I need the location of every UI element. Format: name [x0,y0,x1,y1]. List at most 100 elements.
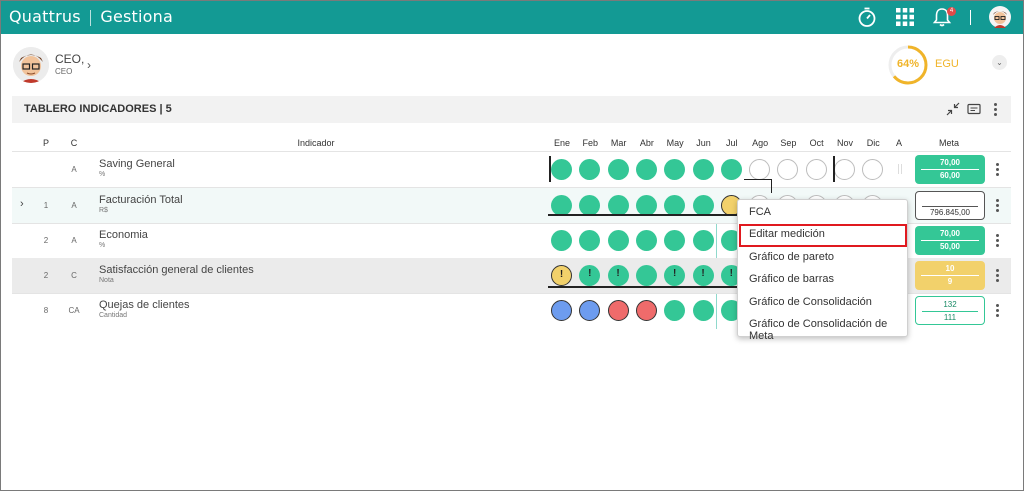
board-more-icon[interactable] [992,103,998,117]
month-status-green-icon[interactable] [551,230,572,251]
module-name: Gestiona [100,7,173,26]
meta-badge[interactable]: 70,00 60,00 [915,155,985,184]
month-status-blue-icon[interactable] [551,300,572,321]
month-status-green-icon[interactable] [664,300,686,321]
col-p: P [42,138,49,148]
month-status-green-icon[interactable] [664,230,686,251]
row-more-icon[interactable] [994,234,1000,248]
month-status-red-icon[interactable] [607,300,629,321]
month-status-green-icon[interactable] [607,159,629,180]
meta-badge[interactable]: 796.845,00 [915,191,985,220]
brand[interactable]: Quattrus | Gestiona [9,7,173,26]
meta-badge[interactable]: 70,00 50,00 [915,226,985,255]
col-c: C [70,138,78,148]
row-more-icon[interactable] [994,304,1000,318]
indicator-name[interactable]: Facturación Total [99,194,183,206]
chevron-down-icon[interactable]: ⌄ [992,55,1007,70]
month-status-green-icon[interactable] [635,159,657,180]
meta-actual: 796.845,00 [929,208,971,217]
board-header: TABLERO INDICADORES | 5 [12,96,1011,123]
notification-badge: 4 [947,7,956,16]
month-status-green-icon[interactable] [635,265,657,286]
month-status-green-icon[interactable] [692,230,714,251]
month-status-green-icon[interactable] [692,300,714,321]
month-status-empty-icon[interactable] [749,159,771,180]
indicator-name[interactable]: Satisfacción general de clientes [99,264,254,276]
col-month-ago: Ago [752,138,769,148]
row-c: A [71,201,77,210]
col-meta: Meta [938,138,959,148]
timer-icon[interactable] [856,6,878,28]
month-status-empty-icon[interactable] [805,159,827,180]
col-month-jun: Jun [696,138,711,148]
a-indicator [898,164,902,174]
indicator-name[interactable]: Quejas de clientes [99,299,190,311]
row-more-icon[interactable] [994,199,1000,213]
col-month-may: May [666,138,684,148]
meta-target: 70,00 [939,158,961,167]
row-more-icon[interactable] [994,163,1000,177]
collapse-icon[interactable] [946,102,960,116]
menu-item-barras[interactable]: Gráfico de barras [749,273,834,285]
month-status-green-icon[interactable] [551,159,572,180]
indicator-name[interactable]: Economia [99,229,148,241]
alert-icon: ! [616,268,620,279]
month-status-green-icon[interactable] [579,159,601,180]
meta-actual: 9 [947,277,953,286]
month-status-green-icon[interactable]: ! [607,265,629,286]
apps-grid-icon[interactable] [894,6,916,28]
indicator-unit: R$ [99,207,108,214]
row-p: 2 [43,236,49,245]
meta-divider [922,311,978,312]
menu-item-consolidacion[interactable]: Gráfico de Consolidación [749,296,872,308]
row-more-icon[interactable] [994,269,1000,283]
subtitles-icon[interactable] [967,102,981,116]
row-p: 8 [43,306,49,315]
app-window: Quattrus | Gestiona 4 CEO, CEO › 64% EGU… [0,0,1024,491]
month-status-empty-icon[interactable] [834,159,855,180]
chevron-right-icon[interactable]: › [20,198,24,210]
table-row[interactable]: A Saving General % 70,00 60,00 [12,152,1011,187]
col-month-mar: Mar [610,138,627,148]
menu-item-editar-medicion[interactable]: Editar medición [749,228,825,240]
month-status-green-icon[interactable]: ! [692,265,714,286]
month-status-blue-icon[interactable] [579,300,601,321]
month-status-green-icon[interactable] [664,195,686,216]
meta-target: 132 [943,300,957,309]
row-c: CA [68,306,80,315]
col-month-abr: Abr [639,138,654,148]
month-status-green-icon[interactable] [692,195,714,216]
month-status-empty-icon[interactable] [862,159,884,180]
indicator-name[interactable]: Saving General [99,158,175,170]
row-p: 1 [43,201,49,210]
alert-icon: ! [559,269,564,280]
indicator-unit: % [99,242,106,249]
meta-badge[interactable]: 132 111 [915,296,985,325]
month-status-green-icon[interactable] [579,230,601,251]
board-title: TABLERO INDICADORES | 5 [24,103,172,115]
month-status-green-icon[interactable]: ! [579,265,601,286]
meta-divider [921,275,979,276]
meta-badge[interactable]: 10 9 [915,261,985,290]
user-avatar[interactable] [13,47,49,83]
month-status-yellow-icon[interactable]: ! [551,265,572,286]
month-status-green-icon[interactable] [607,195,629,216]
month-status-green-icon[interactable]: ! [664,265,686,286]
meta-actual: 50,00 [939,242,961,251]
month-status-green-icon[interactable] [607,230,629,251]
month-status-green-icon[interactable] [579,195,601,216]
month-status-empty-icon[interactable] [777,159,799,180]
menu-item-fca[interactable]: FCA [749,206,771,218]
indicator-unit: % [99,171,106,178]
month-status-red-icon[interactable] [635,300,657,321]
month-status-green-icon[interactable] [692,159,714,180]
month-status-green-icon[interactable] [720,159,742,180]
menu-item-consolidacion-meta[interactable]: Gráfico de Consolidación de Meta [749,318,907,342]
avatar[interactable] [989,6,1011,28]
month-status-green-icon[interactable] [664,159,686,180]
chevron-right-icon[interactable]: › [87,58,91,72]
menu-item-pareto[interactable]: Gráfico de pareto [749,251,834,263]
month-status-green-icon[interactable] [635,230,657,251]
month-status-green-icon[interactable] [635,195,657,216]
month-status-green-icon[interactable] [551,195,572,216]
